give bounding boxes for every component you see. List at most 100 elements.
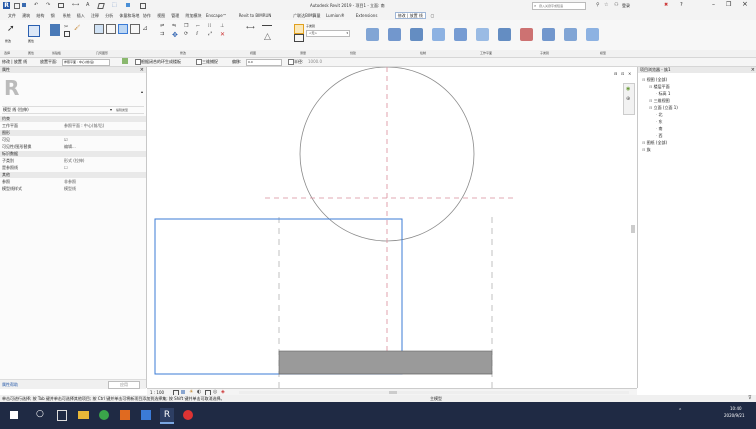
property-value[interactable]: 形式 (拉伸) bbox=[64, 158, 84, 164]
ribbon-tab[interactable]: 插入 bbox=[77, 13, 85, 18]
ribbon-tab[interactable]: 体量和场地 bbox=[119, 13, 139, 18]
ribbon-tab[interactable]: 视图 bbox=[157, 13, 165, 18]
pick-lines-icon[interactable] bbox=[520, 28, 533, 41]
app-icon-blue[interactable] bbox=[141, 410, 151, 420]
ribbon-tab[interactable]: Enscape™ bbox=[206, 13, 227, 18]
ribbon-tab[interactable]: Lumion® bbox=[326, 13, 345, 18]
browser-tree-item[interactable]: · 东 bbox=[656, 119, 663, 125]
paint-icon[interactable]: ⊿ bbox=[142, 24, 148, 32]
properties-button[interactable]: 属性 bbox=[26, 22, 42, 46]
redo-icon[interactable]: ↷ bbox=[46, 3, 50, 8]
copy-icon[interactable] bbox=[64, 31, 70, 37]
reference-line-icon[interactable] bbox=[564, 28, 577, 41]
exchange-apps-icon[interactable]: ✖ bbox=[664, 2, 668, 8]
recording-app-icon[interactable] bbox=[183, 410, 193, 420]
navigation-bar[interactable]: ◉ ⊕ bbox=[623, 83, 635, 115]
elevation-view[interactable]: ⊕ bbox=[147, 67, 637, 388]
copy-element-icon[interactable]: ❐ bbox=[184, 23, 188, 29]
cut-icon[interactable]: ✂ bbox=[64, 24, 68, 30]
minimize-icon[interactable]: – bbox=[712, 1, 715, 8]
close-hidden-icon[interactable] bbox=[126, 3, 130, 7]
help-button[interactable]: ? bbox=[680, 2, 683, 8]
rectangle-tool-icon[interactable] bbox=[388, 28, 401, 41]
offset-input[interactable]: 0.0 bbox=[246, 59, 282, 66]
browser-tree-item[interactable]: · 南 bbox=[656, 126, 663, 132]
scroll-arrow-icon[interactable]: ▴ bbox=[141, 89, 143, 94]
match-properties-icon[interactable]: 🖌 bbox=[74, 25, 80, 31]
offset-icon[interactable]: ⇉ bbox=[160, 31, 164, 37]
property-value[interactable]: 模型线 bbox=[64, 186, 76, 192]
visibility-settings-icon[interactable] bbox=[294, 24, 304, 34]
vertical-scrollbar[interactable] bbox=[631, 127, 635, 377]
ellipse-tool-icon[interactable] bbox=[498, 28, 511, 41]
type-selector[interactable]: 模型 线 (拉伸) ▾ 编辑类型 bbox=[2, 106, 144, 114]
paste-icon[interactable] bbox=[50, 24, 60, 36]
delete-icon[interactable]: ✕ bbox=[220, 31, 225, 38]
property-value[interactable]: 非参照 bbox=[64, 179, 76, 185]
close-icon[interactable]: × bbox=[628, 71, 631, 76]
print-icon[interactable] bbox=[58, 3, 64, 8]
property-section-header[interactable]: 图形 bbox=[0, 130, 146, 136]
text-icon[interactable]: A bbox=[86, 3, 89, 8]
apply-button[interactable]: 应用 bbox=[108, 381, 140, 389]
create-icon[interactable]: △ bbox=[264, 32, 271, 42]
browser-tree-item[interactable]: ⊟ 视图 (全部) bbox=[642, 77, 667, 83]
save-icon[interactable] bbox=[22, 3, 26, 7]
app-icon-orange[interactable] bbox=[120, 410, 130, 420]
rotate-icon[interactable]: ⟳ bbox=[184, 31, 188, 37]
search-icon[interactable]: ○ bbox=[36, 409, 44, 419]
ribbon-tab[interactable]: 分析 bbox=[105, 13, 113, 18]
search-input[interactable] bbox=[539, 3, 583, 8]
cope-icon[interactable] bbox=[94, 24, 104, 34]
property-section-header[interactable]: 其他 bbox=[0, 172, 146, 178]
ribbon-tab[interactable]: 钢 bbox=[51, 13, 55, 18]
polygon-tool-icon[interactable] bbox=[410, 28, 423, 41]
close-icon[interactable]: × bbox=[742, 0, 748, 8]
main-model-label[interactable]: 主模型 bbox=[430, 395, 442, 402]
sign-in-label[interactable]: 登录 bbox=[622, 3, 630, 9]
undo-icon[interactable]: ↶ bbox=[34, 3, 38, 8]
notification-icon[interactable]: ⌃ bbox=[678, 408, 682, 414]
ribbon-tab[interactable]: Revit to BIMRUN bbox=[239, 13, 272, 18]
ribbon-tab[interactable]: 建筑 bbox=[22, 13, 30, 18]
property-section-header[interactable]: 约束 bbox=[0, 116, 146, 122]
circle-tool-icon[interactable] bbox=[432, 28, 445, 41]
drawing-area[interactable]: ⊕ ⊟ ⊡ × ◉ ⊕ bbox=[147, 67, 637, 388]
property-value[interactable]: ☑ bbox=[64, 137, 68, 143]
clock-date[interactable]: 2020/9/21 bbox=[724, 413, 745, 418]
cut-geometry-icon[interactable] bbox=[106, 24, 116, 34]
switch-windows-icon[interactable] bbox=[140, 3, 146, 9]
ribbon-tab[interactable]: ▢ bbox=[431, 13, 435, 18]
infocenter-icon[interactable]: ⚲ bbox=[596, 2, 600, 8]
move-icon[interactable]: ✥ bbox=[172, 31, 178, 39]
open-icon[interactable] bbox=[14, 3, 20, 9]
ribbon-tab[interactable]: 文件 bbox=[8, 13, 16, 18]
clock-time[interactable]: 10:40 bbox=[730, 406, 742, 411]
set-workplane-icon[interactable] bbox=[586, 28, 599, 41]
quick-access-toolbar[interactable]: ↶ ↷ ⟷ A ⬚ bbox=[14, 3, 164, 9]
browser-tree-item[interactable]: · 西 bbox=[656, 133, 663, 139]
ribbon-tab[interactable]: 协作 bbox=[143, 13, 151, 18]
browser-tree-item[interactable]: ⊟ 三维视图 bbox=[649, 98, 670, 104]
3d-view-icon[interactable] bbox=[97, 3, 105, 9]
workplane-viewer-icon[interactable] bbox=[122, 58, 128, 64]
browser-tree-item[interactable]: ⊟ 族 bbox=[642, 147, 651, 153]
scroll-thumb[interactable] bbox=[389, 391, 397, 394]
radius-value[interactable]: 1000.0 bbox=[308, 59, 322, 64]
subcategory-dropdown[interactable]: <无> ▾ bbox=[306, 30, 350, 37]
user-icon[interactable]: ⚇ bbox=[614, 2, 618, 8]
zoom-icon[interactable]: ⊡ bbox=[621, 71, 624, 76]
browser-tree-item[interactable]: ⊟ 楼层平面 bbox=[649, 84, 670, 90]
pin-icon[interactable]: ⊥ bbox=[220, 23, 224, 29]
ribbon-tab[interactable]: 修改 | 放置 线 bbox=[394, 12, 426, 19]
steering-wheel-icon[interactable]: ◉ bbox=[626, 86, 630, 92]
wall-joins-icon[interactable] bbox=[130, 24, 140, 34]
search-box[interactable]: ⌕ bbox=[532, 2, 586, 10]
properties-help-link[interactable]: 属性帮助 bbox=[2, 382, 18, 388]
revit-taskbar-icon[interactable]: R bbox=[160, 408, 174, 424]
trim-icon[interactable]: ⌐ bbox=[196, 23, 200, 29]
split-icon[interactable]: ⫽ bbox=[196, 31, 198, 37]
windows-start-icon[interactable] bbox=[10, 411, 18, 419]
ribbon-tab[interactable]: 附加模块 bbox=[186, 13, 202, 18]
property-value[interactable]: 编辑... bbox=[64, 144, 76, 150]
